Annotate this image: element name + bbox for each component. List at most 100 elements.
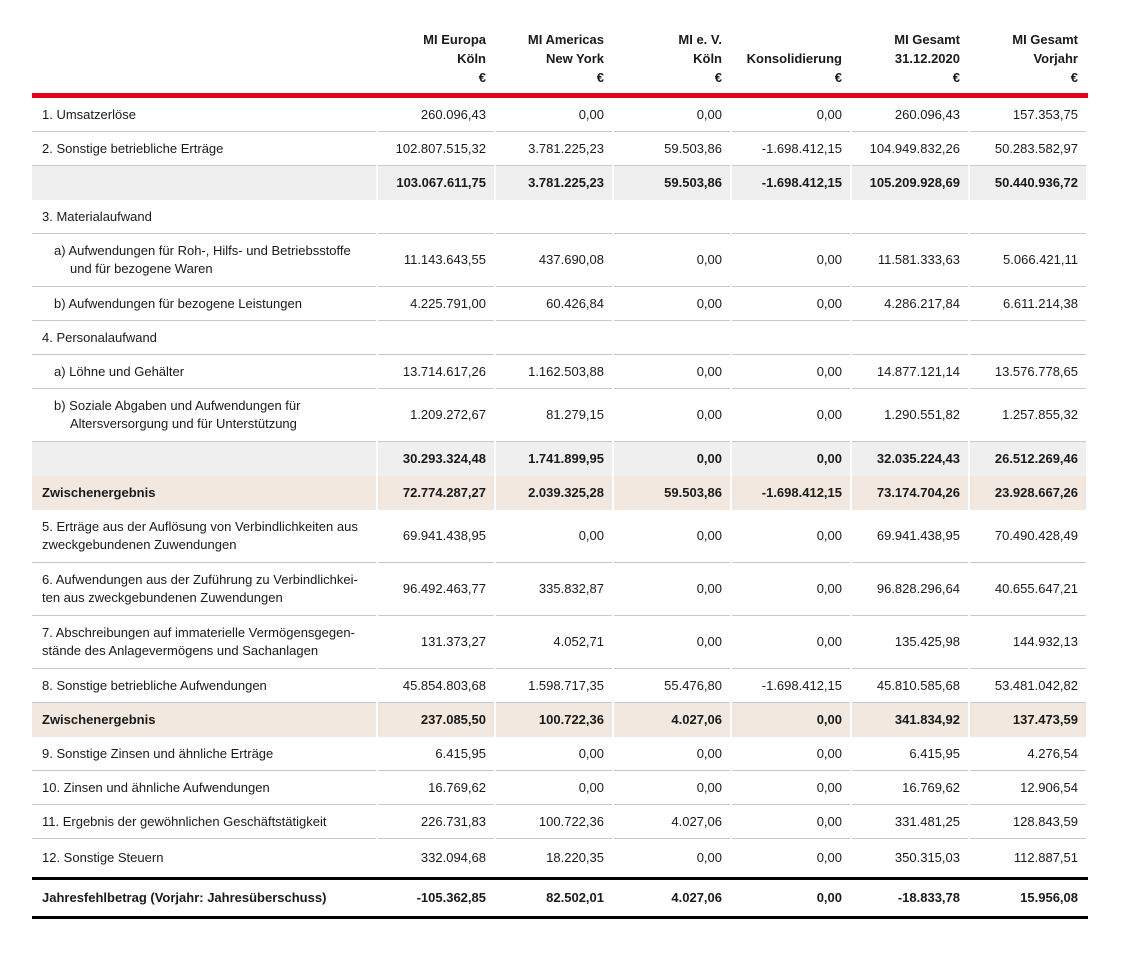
value-cell: 0,00 — [731, 441, 852, 476]
value-cell: 1.162.503,88 — [495, 354, 614, 389]
value-cell: 6.611.214,38 — [969, 286, 1088, 321]
value-cell: -1.698.412,15 — [731, 131, 852, 166]
value-cell: 0,00 — [731, 562, 852, 616]
table-row: 11. Ergebnis der gewöhnlichen Geschäftst… — [32, 804, 1088, 839]
row-label-line2: und für bezogene Waren — [70, 261, 213, 276]
value-cell: 1.598.717,35 — [495, 668, 614, 703]
value-cell: 135.425,98 — [851, 615, 970, 669]
value-cell: 11.581.333,63 — [851, 233, 970, 287]
value-cell — [731, 320, 852, 355]
value-cell: 0,00 — [613, 354, 732, 389]
row-label-line2: stände des Anlagevermögens und Sachanlag… — [42, 643, 319, 658]
value-cell: 50.440.936,72 — [969, 165, 1088, 200]
row-label: a) Löhne und Gehälter — [32, 354, 378, 389]
value-cell — [969, 320, 1088, 355]
value-cell: 0,00 — [613, 286, 732, 321]
value-cell: 0,00 — [495, 736, 614, 771]
value-cell: 60.426,84 — [495, 286, 614, 321]
value-cell: 4.027,06 — [613, 804, 732, 839]
table-row: 7. Abschreibungen auf immaterielle Vermö… — [32, 615, 1088, 669]
value-cell: 23.928.667,26 — [969, 475, 1088, 510]
value-cell: -1.698.412,15 — [731, 475, 852, 510]
value-cell: 237.085,50 — [377, 702, 496, 737]
value-cell: 4.286.217,84 — [851, 286, 970, 321]
value-cell: 137.473,59 — [969, 702, 1088, 737]
value-cell: 6.415,95 — [377, 736, 496, 771]
value-cell: 3.781.225,23 — [495, 165, 614, 200]
value-cell: 0,00 — [495, 95, 614, 132]
value-cell — [613, 199, 732, 234]
intermediate-result-row: Zwischenergebnis 72.774.287,27 2.039.325… — [32, 475, 1088, 510]
header-mi-europa: MI Europa Köln € — [377, 30, 496, 96]
value-cell: 0,00 — [495, 770, 614, 805]
table-row: a) Aufwendungen für Roh-, Hilfs- und Bet… — [32, 233, 1088, 287]
row-label: Jahresfehlbetrag (Vorjahr: Jahresübersch… — [32, 878, 378, 919]
value-cell: 5.066.421,11 — [969, 233, 1088, 287]
row-label: 3. Materialaufwand — [32, 199, 378, 234]
row-label: 6. Aufwendungen aus der Zuführung zu Ver… — [32, 562, 378, 616]
row-label: 9. Sonstige Zinsen und ähnliche Erträge — [32, 736, 378, 771]
table-row: a) Löhne und Gehälter 13.714.617,26 1.16… — [32, 354, 1088, 389]
table-row: 5. Erträge aus der Auflösung von Verbind… — [32, 509, 1088, 563]
header-mi-gesamt-vorjahr: MI Gesamt Vorjahr € — [969, 30, 1088, 96]
row-label: 5. Erträge aus der Auflösung von Verbind… — [32, 509, 378, 563]
value-cell: 1.257.855,32 — [969, 388, 1088, 442]
value-cell: 1.741.899,95 — [495, 441, 614, 476]
value-cell: 16.769,62 — [851, 770, 970, 805]
row-label — [32, 165, 378, 200]
header-konsolidierung: Konsolidierung € — [731, 30, 852, 96]
value-cell: 69.941.438,95 — [377, 509, 496, 563]
value-cell: -105.362,85 — [377, 878, 496, 919]
value-cell: 128.843,59 — [969, 804, 1088, 839]
value-cell: 0,00 — [731, 838, 852, 880]
value-cell: 12.906,54 — [969, 770, 1088, 805]
row-label — [32, 441, 378, 476]
value-cell — [851, 199, 970, 234]
value-cell: 81.279,15 — [495, 388, 614, 442]
value-cell: 59.503,86 — [613, 475, 732, 510]
table-row: b) Soziale Abgaben und Aufwendungen für A… — [32, 388, 1088, 442]
value-cell — [731, 199, 852, 234]
value-cell: 260.096,43 — [851, 95, 970, 132]
value-cell: 40.655.647,21 — [969, 562, 1088, 616]
value-cell: 55.476,80 — [613, 668, 732, 703]
row-label: Zwischenergebnis — [32, 702, 378, 737]
income-statement-table: MI Europa Köln € MI Americas New York € MI e… — [32, 30, 1088, 919]
value-cell: 157.353,75 — [969, 95, 1088, 132]
value-cell: 112.887,51 — [969, 838, 1088, 880]
row-label: 2. Sonstige betriebliche Erträge — [32, 131, 378, 166]
value-cell: 0,00 — [613, 615, 732, 669]
value-cell: 0,00 — [731, 509, 852, 563]
row-label: 11. Ergebnis der gewöhnlichen Geschäftst… — [32, 804, 378, 839]
value-cell: 332.094,68 — [377, 838, 496, 880]
value-cell: 260.096,43 — [377, 95, 496, 132]
value-cell: 0,00 — [731, 736, 852, 771]
value-cell: 341.834,92 — [851, 702, 970, 737]
value-cell: 96.828.296,64 — [851, 562, 970, 616]
value-cell: 0,00 — [731, 878, 852, 919]
value-cell: 331.481,25 — [851, 804, 970, 839]
value-cell: 0,00 — [731, 388, 852, 442]
row-label: 10. Zinsen und ähnliche Aufwendungen — [32, 770, 378, 805]
subtotal-row: 30.293.324,48 1.741.899,95 0,00 0,00 32.… — [32, 441, 1088, 476]
value-cell: 14.877.121,14 — [851, 354, 970, 389]
header-mi-americas: MI Americas New York € — [495, 30, 614, 96]
value-cell: 11.143.643,55 — [377, 233, 496, 287]
value-cell — [377, 320, 496, 355]
value-cell: 0,00 — [613, 562, 732, 616]
value-cell: 0,00 — [731, 615, 852, 669]
value-cell: 0,00 — [613, 441, 732, 476]
row-label-line1: b) Soziale Abgaben und Aufwendungen für — [54, 398, 301, 413]
value-cell: 0,00 — [613, 509, 732, 563]
value-cell: 0,00 — [613, 736, 732, 771]
value-cell: 4.027,06 — [613, 702, 732, 737]
value-cell: 100.722,36 — [495, 702, 614, 737]
value-cell: 144.932,13 — [969, 615, 1088, 669]
table-row: 9. Sonstige Zinsen und ähnliche Erträge … — [32, 736, 1088, 771]
value-cell: 70.490.428,49 — [969, 509, 1088, 563]
table-row: 1. Umsatzerlöse 260.096,43 0,00 0,00 0,0… — [32, 95, 1088, 132]
value-cell: 100.722,36 — [495, 804, 614, 839]
value-cell: 4.225.791,00 — [377, 286, 496, 321]
row-label: 8. Sonstige betriebliche Aufwendungen — [32, 668, 378, 703]
row-label: b) Aufwendungen für bezogene Leistungen — [32, 286, 378, 321]
